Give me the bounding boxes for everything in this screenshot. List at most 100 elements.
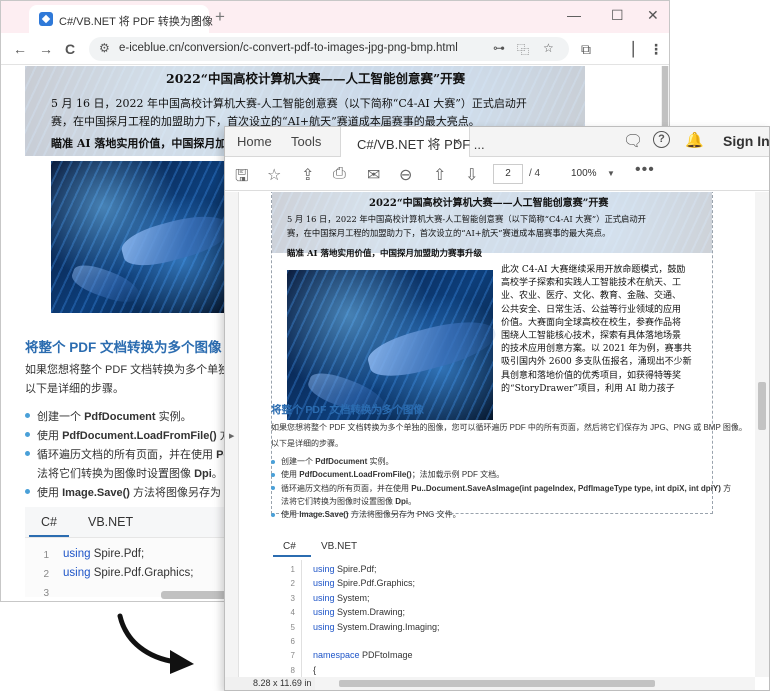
pdf-section-description-line2: 以下是详细的步骤。 (271, 439, 343, 448)
zoom-value: 100% (571, 168, 597, 179)
bullet-icon (25, 431, 30, 437)
bullet-icon (25, 450, 30, 456)
more-tools-button[interactable]: ••• (635, 161, 655, 179)
comment-icon[interactable]: 🗨 (623, 131, 643, 151)
page-number-input[interactable]: 2 (493, 164, 523, 184)
pdf-hscroll-thumb[interactable] (339, 680, 655, 687)
upload-icon[interactable]: ⇪ (301, 165, 314, 185)
browser-menu-button[interactable]: ⋮ (649, 41, 663, 58)
code-tab-vbnet[interactable]: VB.NET (88, 515, 133, 529)
list-item-text: 使用 PdfDocument.LoadFromFile()；法加载示例 PDF … (281, 470, 505, 480)
minimize-button[interactable]: — (567, 7, 581, 23)
pdf-code-line: using Spire.Pdf.Graphics; (313, 578, 416, 589)
list-item: 创建一个 PdfDocument 实例。 (25, 408, 192, 424)
chevron-down-icon: ▼ (607, 169, 615, 178)
address-url[interactable]: e-iceblue.cn/conversion/c-convert-pdf-to… (119, 42, 458, 54)
pdf-section-description-line1: 如果您想将整个 PDF 文档转换为多个单独的图像，您可以循环遍历 PDF 中的所… (271, 423, 747, 432)
pdf-body-line: 的技术应用创意方案。以 2021 年为例，赛事共 (501, 344, 692, 355)
bookmark-star-icon[interactable]: ☆ (267, 165, 281, 185)
maximize-button[interactable]: ☐ (611, 7, 624, 24)
list-item: 循环遍历文档的所有页面，并在使用 Pu..Document.SaveAsImag… (271, 483, 731, 494)
translate-icon[interactable]: ⿻ (517, 41, 529, 58)
pdf-scroll-thumb[interactable] (758, 382, 766, 430)
document-tab[interactable]: C#/VB.NET 将 PDF ... × (340, 127, 485, 158)
page-total: / 4 (529, 168, 541, 179)
address-bar[interactable]: ⚙ e-iceblue.cn/conversion/c-convert-pdf-… (89, 37, 569, 61)
forward-button[interactable]: → (39, 41, 53, 57)
pdf-code-tab-csharp: C# (283, 541, 296, 552)
pdf-body-line: 高校学子探索和实践人工智能技术在航天、工 (501, 278, 682, 289)
pdf-intro-line-2: 赛，在中国探月工程的加盟助力下，首次设立的“AI+航天”赛道成本届赛事的最大亮点… (287, 228, 611, 238)
list-item-text: 法将它们转换为图像时设置图像 Dpi。 (281, 496, 417, 506)
list-item: 法将它们转换为图像时设置图像 Dpi。 (271, 496, 416, 507)
new-tab-button[interactable]: + (215, 7, 225, 27)
pdf-code-tab-vbnet: VB.NET (321, 541, 358, 552)
pdf-page: 2022“中国高校计算机大赛——人工智能创意赛”开赛 5 月 16 日，2022… (239, 192, 755, 677)
list-item-text: 法将它们转换为图像时设置图像 Dpi。 (37, 468, 223, 480)
pdf-code-line-number: 3 (290, 593, 295, 603)
code-tab-csharp[interactable]: C# (41, 515, 57, 529)
acrobat-window: Home Tools C#/VB.NET 将 PDF ... × 🗨 ? 🔔 S… (224, 126, 770, 691)
browser-tab-strip: C#/VB.NET 将 PDF 转换为图像 × + — ☐ ✕ (1, 1, 669, 33)
left-panel-toggle[interactable]: ▶ (225, 192, 239, 677)
page-down-icon[interactable]: ⇩ (465, 165, 478, 185)
list-item: 使用 Image.Save() 方法将图像另存为 PNG 文件。 (271, 509, 461, 520)
pdf-code-line-number: 1 (290, 565, 295, 574)
pdf-code-line-number: 4 (290, 608, 295, 618)
browser-tab[interactable]: C#/VB.NET 将 PDF 转换为图像 × (29, 5, 213, 33)
pdf-body-line: 此次 C4-AI 大赛继续采用开放命题模式，鼓励 (501, 265, 686, 275)
reload-button[interactable]: C (65, 41, 75, 57)
list-item-text: 循环遍历文档的所有页面，并在使用 Pu..Document.SaveAsImag… (281, 483, 732, 493)
pdf-horizontal-scrollbar[interactable] (239, 677, 755, 690)
tab-close-icon[interactable]: × (193, 11, 200, 25)
window-close-button[interactable]: ✕ (647, 7, 659, 24)
expand-arrow-icon[interactable]: ▶ (229, 432, 234, 440)
document-tab-close-icon[interactable]: × (453, 134, 461, 149)
page-up-icon[interactable]: ⇧ (433, 165, 446, 185)
list-item: 使用 PdfDocument.LoadFromFile()；法加载示例 PDF … (271, 469, 504, 480)
pdf-code-line: using System.Drawing.Imaging; (313, 621, 440, 632)
acrobat-toolbar: 🖫 ☆ ⇪ ⎙ ✉ ⊖ ⇧ ⇩ 2 / 4 100% ▼ ••• (225, 157, 769, 191)
pdf-code-line: namespace PDFtoImage (313, 650, 413, 661)
help-icon[interactable]: ? (653, 131, 670, 148)
pdf-code-line: { (313, 664, 317, 675)
zoom-out-icon[interactable]: ⊖ (399, 165, 412, 185)
bullet-icon (271, 459, 275, 464)
tools-tab[interactable]: Tools (291, 134, 321, 149)
bullet-icon (271, 512, 275, 517)
notification-bell-icon[interactable]: 🔔 (685, 131, 704, 149)
list-item-text: 使用 Image.Save() 方法将图像另存为 PNG 文件。 (281, 510, 461, 520)
home-tab[interactable]: Home (237, 134, 272, 149)
robot-hand-image (51, 161, 235, 313)
bullet-icon (271, 486, 275, 491)
code-line-number: 1 (43, 550, 49, 561)
zoom-select[interactable]: 100% ▼ (563, 164, 621, 184)
pdf-body-line: 公共安全、日常生活、公益等行业领域的应用 (501, 304, 682, 315)
site-info-icon[interactable]: ⚙ (99, 41, 110, 55)
bullet-icon (271, 472, 275, 477)
pdf-code-line-number: 6 (290, 637, 295, 646)
pdf-code-line-number: 2 (290, 579, 295, 589)
document-tab-title: C#/VB.NET 将 PDF ... (357, 137, 485, 152)
bookmark-star-icon[interactable]: ☆ (543, 41, 554, 55)
section-description-line2: 以下是详细的步骤。 (25, 383, 124, 395)
pdf-code-gutter (301, 560, 302, 677)
back-button[interactable]: ← (13, 41, 27, 57)
bullet-icon (25, 412, 30, 418)
key-icon[interactable]: ⊶ (493, 41, 505, 55)
pdf-intro-subhead: 瞄准 AI 落地实用价值，中国探月加盟助力赛事升级 (287, 249, 482, 259)
code-line: using Spire.Pdf.Graphics; (63, 567, 194, 579)
print-icon[interactable]: ⎙ (333, 165, 346, 183)
email-icon[interactable]: ✉ (367, 165, 380, 185)
pdf-code-line: using Spire.Pdf; (313, 564, 377, 574)
pdf-body-line: 吸引国内外 2600 多支队伍报名，涌现出不少新 (501, 357, 692, 368)
pdf-article-title: 2022“中国高校计算机大赛——人工智能创意赛”开赛 (369, 198, 609, 209)
list-item: 循环遍历文档的所有页面，并在使用 Pdf (25, 446, 234, 462)
code-line-number: 2 (43, 569, 49, 580)
list-item: 使用 PdfDocument.LoadFromFile() 方 (25, 427, 231, 443)
pdf-vertical-scrollbar[interactable] (755, 192, 769, 677)
sign-in-button[interactable]: Sign In (723, 133, 769, 149)
save-icon[interactable]: 🖫 (235, 165, 249, 192)
extensions-icon[interactable]: ⧉ (581, 41, 591, 58)
acrobat-top-bar: Home Tools C#/VB.NET 将 PDF ... × 🗨 ? 🔔 S… (225, 127, 769, 158)
